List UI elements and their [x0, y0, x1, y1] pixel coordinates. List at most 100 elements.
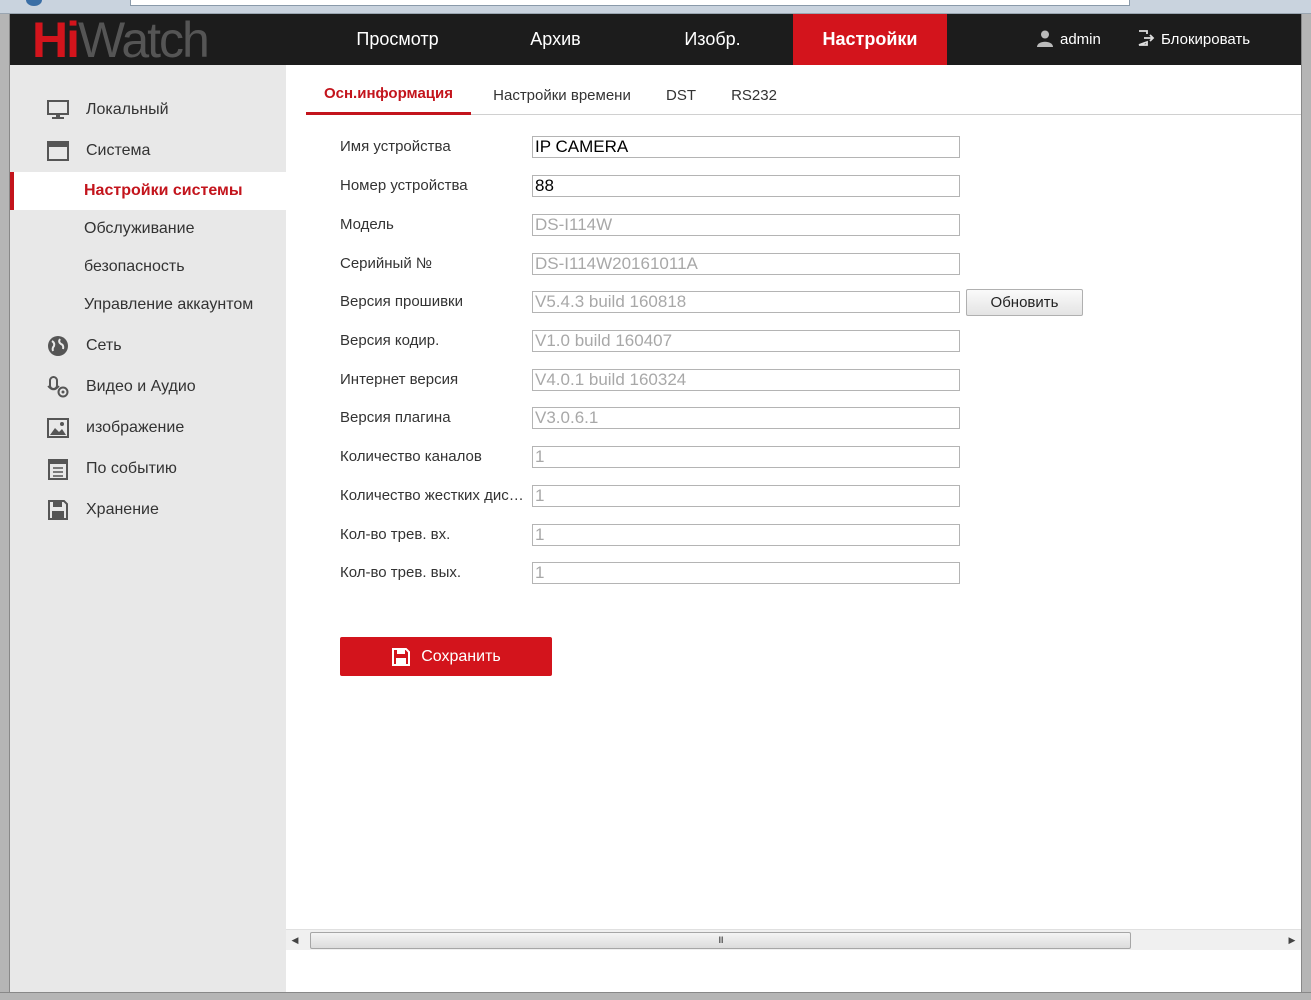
field-hdd-count: Количество жестких дис… — [340, 485, 970, 509]
sidebar-label-security: безопасность — [84, 258, 185, 275]
sidebar-item-system-settings[interactable]: Настройки системы — [10, 172, 286, 210]
field-web-version: Интернет версия — [340, 369, 970, 393]
device-name-input[interactable] — [532, 136, 960, 158]
field-model: Модель — [340, 214, 970, 238]
username-label: admin — [1060, 31, 1101, 48]
logo-hi: Hi — [32, 12, 80, 68]
field-label: Модель — [340, 216, 394, 233]
sidebar-item-local[interactable]: Локальный — [10, 90, 286, 130]
user-icon — [1037, 30, 1053, 48]
sidebar-label-image: изображение — [86, 419, 185, 436]
main-content: Осн.информация Настройки времени DST RS2… — [286, 65, 1301, 992]
nav-playback[interactable]: Архив — [478, 14, 633, 65]
scroll-right-arrow-icon[interactable]: ▶ — [1283, 930, 1301, 950]
update-firmware-button[interactable]: Обновить — [966, 289, 1083, 316]
sidebar-item-image[interactable]: изображение — [10, 408, 286, 448]
model-field — [532, 214, 960, 236]
image-icon — [47, 418, 69, 438]
sidebar-label-network: Сеть — [86, 337, 122, 354]
encoding-version-field — [532, 330, 960, 352]
top-header: HiWatch Просмотр Архив Изобр. Настройки … — [10, 14, 1301, 65]
field-alarm-outputs: Кол-во трев. вых. — [340, 562, 970, 586]
field-firmware-version: Версия прошивки — [340, 291, 970, 315]
logout-label: Блокировать — [1161, 31, 1251, 48]
sidebar-label-event: По событию — [86, 460, 177, 477]
nav-picture[interactable]: Изобр. — [635, 14, 790, 65]
scrollbar-grip: III — [718, 935, 723, 945]
tab-bar: Осн.информация Настройки времени DST RS2… — [306, 77, 1301, 115]
firmware-version-field — [532, 291, 960, 313]
sidebar-label-storage: Хранение — [86, 501, 159, 518]
field-label: Имя устройства — [340, 138, 451, 155]
tab-rs232[interactable]: RS232 — [722, 77, 786, 115]
field-encoding-version: Версия кодир. — [340, 330, 970, 354]
floppy-icon — [48, 500, 68, 520]
sidebar-item-security[interactable]: безопасность — [10, 248, 286, 286]
nav-live-view[interactable]: Просмотр — [320, 14, 475, 65]
sidebar-label-video-audio: Видео и Аудио — [86, 378, 196, 395]
field-label: Интернет версия — [340, 371, 459, 388]
sidebar-item-system[interactable]: Система — [10, 131, 286, 171]
save-button[interactable]: Сохранить — [340, 637, 552, 676]
alarm-outputs-field — [532, 562, 960, 584]
tab-dst[interactable]: DST — [652, 77, 710, 115]
logout-icon — [1138, 30, 1155, 46]
window-frame-right — [1301, 14, 1311, 1000]
horizontal-scrollbar[interactable]: ◀ III ▶ — [286, 929, 1301, 950]
field-label: Версия плагина — [340, 409, 451, 426]
field-label: Версия прошивки — [340, 293, 463, 310]
sidebar-label-local: Локальный — [86, 101, 169, 118]
sidebar-label-user-management: Управление аккаунтом — [84, 296, 254, 313]
field-label: Серийный № — [340, 255, 432, 272]
tab-basic-info[interactable]: Осн.информация — [306, 77, 471, 115]
field-label: Кол-во трев. вх. — [340, 526, 451, 543]
field-label: Кол-во трев. вых. — [340, 564, 462, 581]
field-label: Количество жестких дис… — [340, 487, 524, 504]
alarm-inputs-field — [532, 524, 960, 546]
user-menu[interactable]: admin — [1036, 14, 1101, 65]
logo-watch: Watch — [78, 12, 210, 68]
microphone-icon — [47, 376, 69, 398]
field-alarm-inputs: Кол-во трев. вх. — [340, 524, 970, 548]
save-icon — [392, 647, 411, 666]
window-icon — [47, 141, 69, 161]
field-device-name: Имя устройства — [340, 136, 970, 160]
sidebar-item-video-audio[interactable]: Видео и Аудио — [10, 367, 286, 407]
window-frame-bottom — [0, 992, 1311, 1000]
sidebar-label-system-settings: Настройки системы — [84, 182, 243, 199]
web-version-field — [532, 369, 960, 391]
tab-time-settings[interactable]: Настройки времени — [484, 77, 640, 115]
logout-button[interactable]: Блокировать — [1137, 14, 1250, 65]
hdd-count-field — [532, 485, 960, 507]
sidebar-item-storage[interactable]: Хранение — [10, 490, 286, 530]
serial-number-field — [532, 253, 960, 275]
field-device-number: Номер устройства — [340, 175, 970, 199]
nav-configuration[interactable]: Настройки — [793, 14, 947, 65]
field-channel-count: Количество каналов — [340, 446, 970, 470]
monitor-icon — [47, 100, 69, 119]
settings-sidebar: Локальный Система Настройки системы Обсл… — [10, 65, 286, 992]
field-label: Количество каналов — [340, 448, 482, 465]
field-plugin-version: Версия плагина — [340, 407, 970, 431]
scroll-left-arrow-icon[interactable]: ◀ — [286, 930, 304, 950]
save-button-label: Сохранить — [421, 647, 501, 665]
sidebar-item-user-management[interactable]: Управление аккаунтом — [10, 286, 286, 324]
sidebar-item-event[interactable]: По событию — [10, 449, 286, 489]
plugin-version-field — [532, 407, 960, 429]
sidebar-item-network[interactable]: Сеть — [10, 326, 286, 366]
address-bar[interactable] — [130, 0, 1130, 6]
browser-globe-icon — [26, 0, 42, 6]
sidebar-label-system: Система — [86, 142, 151, 159]
field-label: Версия кодир. — [340, 332, 440, 349]
window-frame-left — [0, 14, 10, 1000]
channel-count-field — [532, 446, 960, 468]
scrollbar-thumb[interactable]: III — [310, 932, 1131, 949]
globe-icon — [48, 336, 68, 356]
calendar-icon — [48, 459, 68, 480]
field-serial-number: Серийный № — [340, 253, 970, 277]
sidebar-label-maintenance: Обслуживание — [84, 220, 195, 237]
hiwatch-logo: HiWatch — [32, 15, 210, 65]
field-label: Номер устройства — [340, 177, 468, 194]
device-number-input[interactable] — [532, 175, 960, 197]
sidebar-item-maintenance[interactable]: Обслуживание — [10, 210, 286, 248]
